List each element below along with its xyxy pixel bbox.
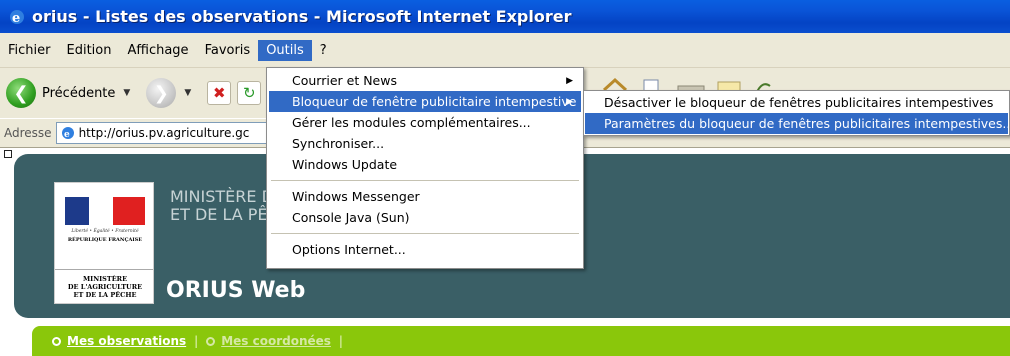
menu-edition[interactable]: Edition xyxy=(59,40,120,61)
menu-bar: Fichier Edition Affichage Favoris Outils… xyxy=(0,33,1010,68)
nav-separator: | xyxy=(194,334,199,348)
logo-motto: Liberté • Égalité • Fraternité xyxy=(71,229,139,234)
address-url: http://orius.pv.agriculture.gc xyxy=(78,126,250,140)
ministry-logo: Liberté • Égalité • Fraternité RÉPUBLIQU… xyxy=(54,182,154,304)
internet-explorer-icon: e xyxy=(10,9,24,26)
menu-item-label: Bloqueur de fenêtre publicitaire intempe… xyxy=(292,94,577,109)
forward-dropdown-icon[interactable]: ▼ xyxy=(184,88,191,98)
app-title: ORIUS Web xyxy=(166,278,306,303)
nav-mes-observations[interactable]: Mes observations xyxy=(52,334,186,348)
submenu-arrow-icon: ▶ xyxy=(566,75,573,86)
logo-ministere-line1: MINISTÈRE xyxy=(82,275,128,283)
refresh-icon: ↻ xyxy=(237,81,262,105)
page-icon: e xyxy=(61,127,74,140)
menu-item-windows-update[interactable]: Windows Update xyxy=(269,154,581,175)
forward-button[interactable]: ❯ ▼ xyxy=(146,78,191,108)
menu-item-windows-messenger[interactable]: Windows Messenger xyxy=(269,186,581,207)
page-top-square-icon xyxy=(4,150,12,158)
outils-menu: Courrier et News ▶ Bloqueur de fenêtre p… xyxy=(266,67,584,269)
menu-item-console-java[interactable]: Console Java (Sun) xyxy=(269,207,581,228)
logo-ministere: MINISTÈRE DE L'AGRICULTURE ET DE LA PÊCH… xyxy=(57,275,153,299)
menu-favoris[interactable]: Favoris xyxy=(197,40,259,61)
nav-bullet-icon xyxy=(52,336,61,346)
marianne-flag-icon xyxy=(65,197,145,225)
logo-divider xyxy=(55,269,153,270)
menu-item-courrier-news[interactable]: Courrier et News ▶ xyxy=(269,70,581,91)
window-title-bar: e orius - Listes des observations - Micr… xyxy=(0,0,1010,33)
menu-item-label: Courrier et News xyxy=(292,73,397,88)
submenu-arrow-icon: ▶ xyxy=(566,96,573,107)
forward-arrow-icon: ❯ xyxy=(146,78,177,108)
menu-item-bloqueur[interactable]: Bloqueur de fenêtre publicitaire intempe… xyxy=(269,91,581,112)
nav-mes-coordonnees-label: Mes coordonées xyxy=(221,334,331,348)
back-button[interactable]: ❮ Précédente ▼ xyxy=(6,78,130,108)
menu-help[interactable]: ? xyxy=(312,40,335,61)
nav-mes-coordonnees[interactable]: Mes coordonées xyxy=(206,334,331,348)
menu-outils[interactable]: Outils xyxy=(258,39,312,61)
menu-separator xyxy=(271,180,579,181)
logo-republique: RÉPUBLIQUE FRANÇAISE xyxy=(67,237,143,243)
nav-mes-observations-label: Mes observations xyxy=(67,334,187,348)
menu-item-gerer-modules[interactable]: Gérer les modules complémentaires... xyxy=(269,112,581,133)
submenu-item-parametres[interactable]: Paramètres du bloqueur de fenêtres publi… xyxy=(585,113,1010,134)
back-dropdown-icon[interactable]: ▼ xyxy=(123,88,130,98)
window-title: orius - Listes des observations - Micros… xyxy=(32,7,572,26)
logo-ministere-line2: DE L'AGRICULTURE xyxy=(67,283,143,291)
menu-separator xyxy=(271,233,579,234)
svg-text:e: e xyxy=(12,11,20,26)
popup-blocker-submenu: Désactiver le bloqueur de fenêtres publi… xyxy=(583,90,1010,136)
refresh-button[interactable]: ↻ xyxy=(237,81,262,105)
nav-separator-end: | xyxy=(338,334,343,348)
stop-icon: ✖ xyxy=(207,81,232,105)
back-label: Précédente xyxy=(42,85,116,101)
menu-item-synchroniser[interactable]: Synchroniser... xyxy=(269,133,581,154)
submenu-item-desactiver[interactable]: Désactiver le bloqueur de fenêtres publi… xyxy=(585,92,1008,113)
menu-affichage[interactable]: Affichage xyxy=(119,40,196,61)
site-nav-bar: Mes observations | Mes coordonées | xyxy=(32,326,1010,356)
nav-bullet-icon xyxy=(206,336,216,346)
address-label: Adresse xyxy=(4,126,52,140)
menu-fichier[interactable]: Fichier xyxy=(0,40,59,61)
svg-text:e: e xyxy=(64,130,70,140)
logo-ministere-line3: ET DE LA PÊCHE xyxy=(73,291,137,299)
stop-button[interactable]: ✖ xyxy=(207,81,232,105)
menu-item-options-internet[interactable]: Options Internet... xyxy=(269,239,581,260)
back-arrow-icon: ❮ xyxy=(6,78,36,108)
